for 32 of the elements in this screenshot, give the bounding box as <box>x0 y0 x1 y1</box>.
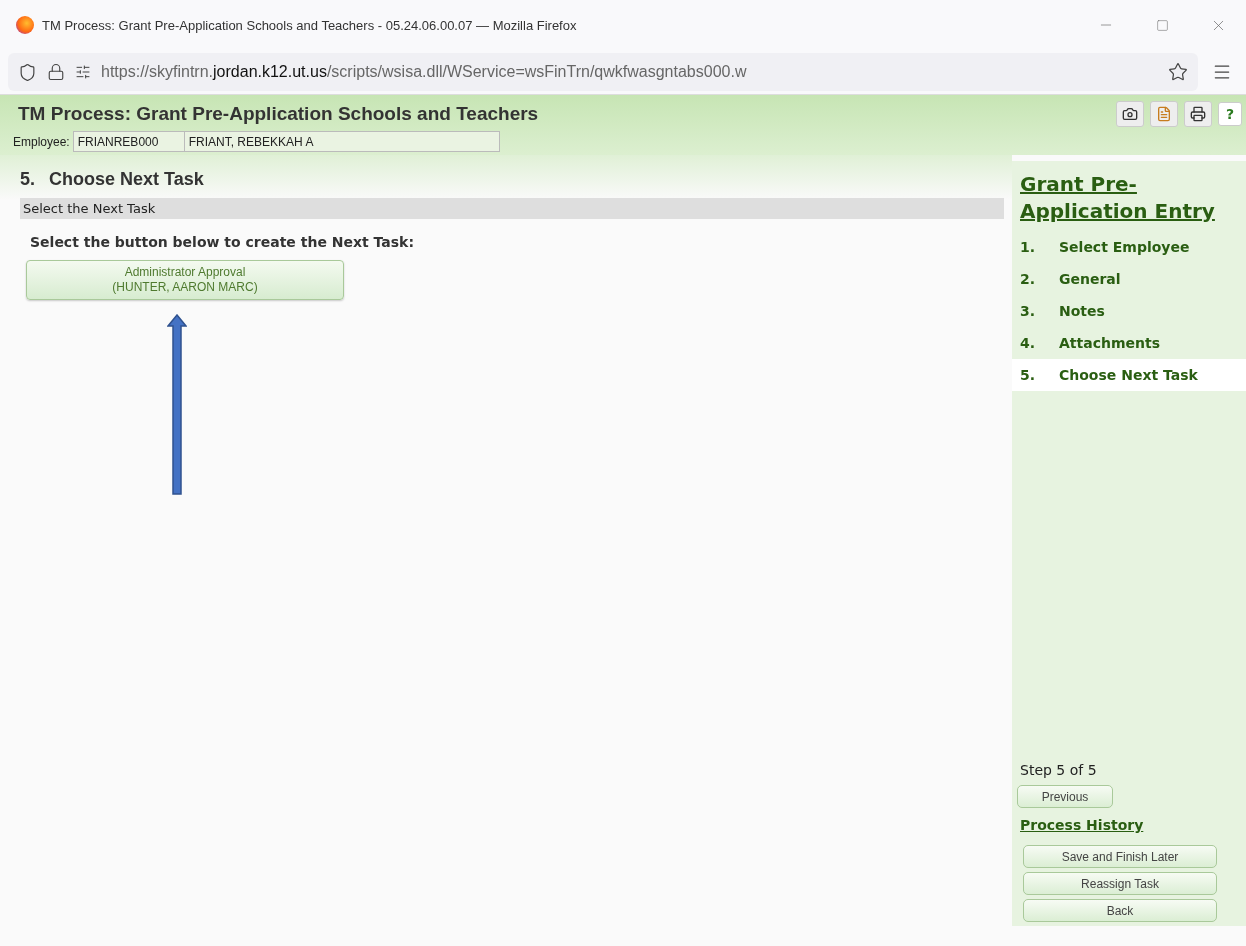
step-number: 5. <box>20 169 35 190</box>
lock-icon[interactable] <box>47 63 65 81</box>
process-history-link[interactable]: Process History <box>1012 817 1144 833</box>
window-title: TM Process: Grant Pre-Application Schools and Teachers - 05.24.06.00.07 — Mozilla Firefox <box>42 17 578 33</box>
step-nav-item[interactable]: 5. Choose Next Task <box>1012 359 1246 391</box>
employee-field: FRIANREB000 FRIANT, REBEKKAH A <box>72 131 500 152</box>
step-nav-item[interactable]: 3. Notes <box>1012 295 1246 327</box>
instruction-text: Select the button below to create the Next Task: <box>30 234 415 250</box>
sliders-icon[interactable] <box>75 64 91 80</box>
printer-icon[interactable] <box>1184 101 1212 127</box>
step-count: Step 5 of 5 <box>1019 762 1098 778</box>
employee-label: Employee: <box>13 134 70 149</box>
bookmark-star-icon[interactable] <box>1168 62 1188 82</box>
page-title: TM Process: Grant Pre-Application Schools and Teachers <box>18 103 540 125</box>
step-nav-item[interactable]: 2. General <box>1012 263 1246 295</box>
shield-icon[interactable] <box>18 62 37 82</box>
previous-button[interactable]: Previous <box>1017 785 1113 808</box>
url-text: https://skyfintrn.jordan.k12.ut.us/scripts/wsisa.dll/WService=wsFinTrn/qwkfwasgntabs000.w <box>101 63 748 81</box>
step-nav-item[interactable]: 1. Select Employee <box>1012 231 1246 263</box>
action-button[interactable]: Reassign Task <box>1023 872 1217 895</box>
step-title: Choose Next Task <box>49 169 204 190</box>
browser-logo-icon <box>16 16 34 34</box>
next-task-button[interactable]: Administrator Approval (HUNTER, AARON MARC) <box>26 260 344 300</box>
address-bar[interactable]: https://skyfintrn.jordan.k12.ut.us/scripts/wsisa.dll/WService=wsFinTrn/qwkfwasgntabs000.w <box>8 53 1198 91</box>
document-icon[interactable] <box>1150 101 1178 127</box>
step-nav-item[interactable]: 4. Attachments <box>1012 327 1246 359</box>
sidebar-title-link[interactable]: Grant Pre-Application Entry <box>1012 171 1246 225</box>
help-button[interactable]: ? <box>1218 102 1242 126</box>
camera-icon[interactable] <box>1116 101 1144 127</box>
action-button[interactable]: Save and Finish Later <box>1023 845 1217 868</box>
action-button[interactable]: Back <box>1023 899 1217 922</box>
section-header: Select the Next Task <box>20 198 1004 219</box>
